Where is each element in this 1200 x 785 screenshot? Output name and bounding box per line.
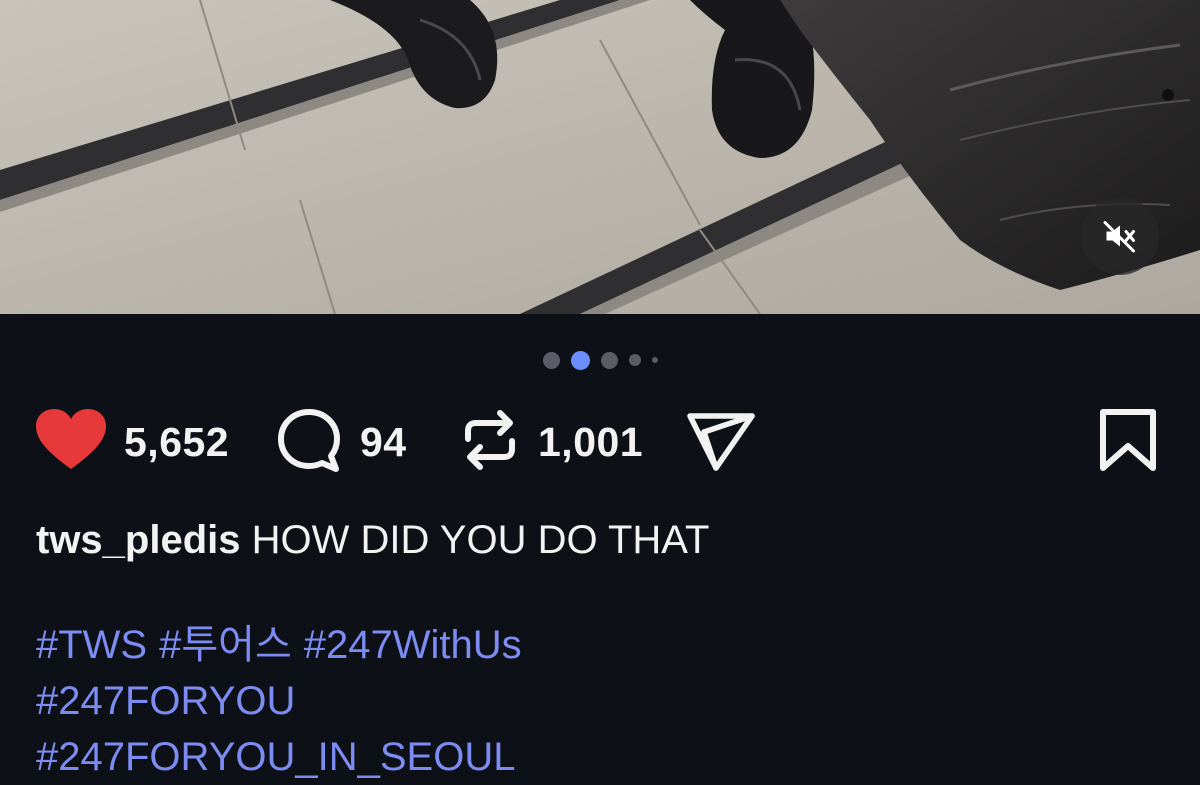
carousel-indicator: [0, 350, 1200, 370]
like-count: 5,652: [124, 418, 230, 465]
carousel-dot[interactable]: [628, 354, 641, 366]
username-link[interactable]: tws_pledis: [36, 518, 241, 562]
hashtag-line: #TWS #투어스 #247WithUs: [36, 617, 1166, 673]
speaker-muted-icon: [1102, 218, 1138, 254]
caption-text: HOW DID YOU DO THAT: [251, 518, 710, 562]
mute-toggle-button[interactable]: [1081, 197, 1159, 275]
repost-count: 1,001: [538, 418, 644, 465]
heart-icon: [36, 408, 106, 476]
hashtag-list: #TWS #투어스 #247WithUs #247FORYOU #247FORYOU…: [36, 617, 1166, 785]
carousel-dot[interactable]: [651, 357, 658, 363]
hashtag-line: #247FORYOU: [36, 673, 1166, 729]
carousel-dot[interactable]: [600, 351, 618, 369]
send-paper-plane-icon: [686, 408, 756, 477]
share-button[interactable]: [686, 404, 756, 480]
post-caption: tws_pledis HOW DID YOU DO THAT: [36, 513, 1166, 567]
carousel-dot-active[interactable]: [570, 350, 590, 370]
hashtag-link[interactable]: #247FORYOU_IN_SEOUL: [36, 735, 515, 779]
media-photo: [0, 0, 1200, 314]
comment-count: 94: [360, 418, 407, 465]
hashtag-link[interactable]: #247FORYOU: [36, 679, 295, 723]
save-button[interactable]: [1099, 404, 1157, 480]
carousel-dot[interactable]: [542, 351, 560, 369]
comment-button[interactable]: 94: [276, 404, 407, 480]
repost-icon: [460, 409, 520, 476]
bookmark-icon: [1099, 408, 1157, 477]
like-button[interactable]: 5,652: [36, 404, 229, 480]
repost-button[interactable]: 1,001: [460, 404, 643, 480]
hashtag-link[interactable]: #TWS: [36, 623, 147, 667]
hashtag-link[interactable]: #투어스: [159, 623, 292, 667]
comment-bubble-icon: [276, 407, 342, 478]
hashtag-link[interactable]: #247WithUs: [304, 623, 522, 667]
post-action-bar: 5,652 94 1,001: [36, 404, 1166, 480]
post-media[interactable]: [0, 0, 1200, 314]
hashtag-line: #247FORYOU_IN_SEOUL: [36, 729, 1166, 785]
